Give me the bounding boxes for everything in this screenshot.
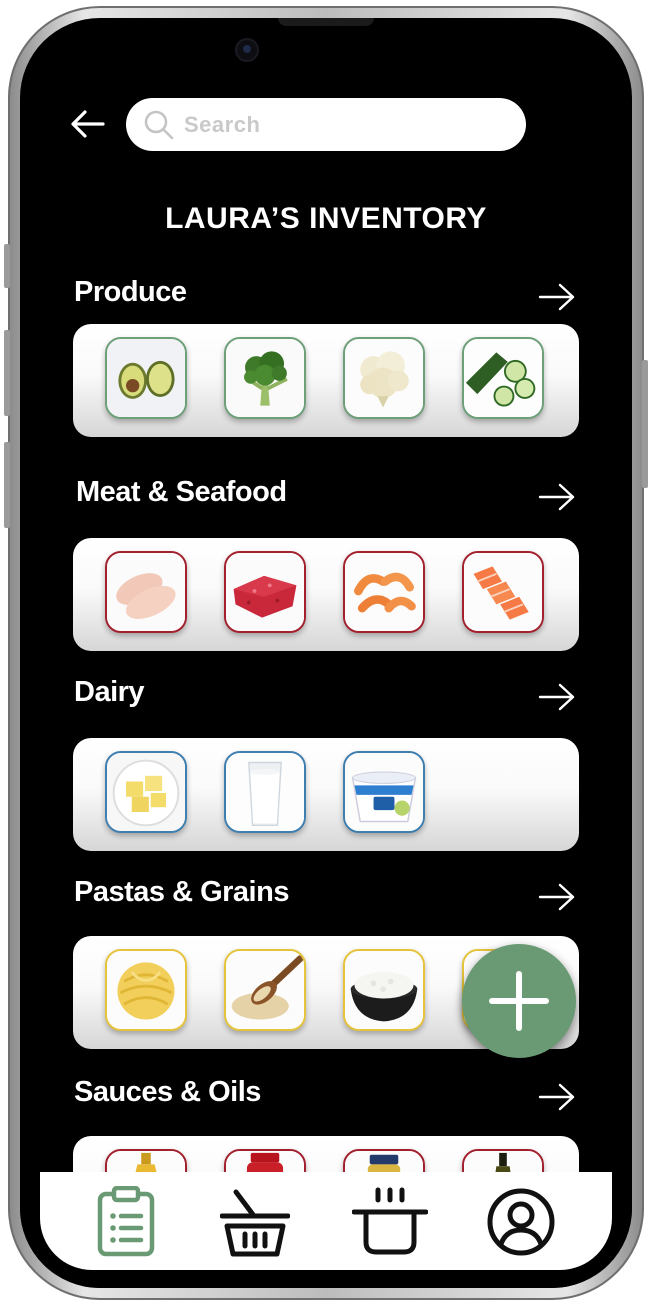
butter-image	[107, 753, 185, 831]
broccoli-image	[226, 339, 304, 417]
power-button	[642, 360, 648, 488]
tab-inventory[interactable]	[91, 1185, 161, 1258]
arrow-right-icon	[538, 883, 575, 911]
mute-switch	[4, 244, 10, 288]
arrow-right-icon	[538, 1083, 575, 1111]
add-item-button[interactable]	[462, 944, 576, 1058]
cucumber-image	[464, 339, 542, 417]
cooking-pot-icon	[351, 1187, 429, 1255]
item-tile-broccoli[interactable]	[224, 337, 306, 419]
salmon-image	[464, 553, 542, 631]
item-tile-shrimp[interactable]	[343, 551, 425, 633]
shopping-basket-icon	[219, 1189, 291, 1257]
see-all-produce-button[interactable]	[538, 282, 576, 312]
back-button[interactable]	[70, 106, 106, 142]
category-title-pastas-grains: Pastas & Grains	[74, 876, 289, 908]
item-tile-fettuccine[interactable]	[105, 949, 187, 1031]
shrimp-image	[345, 553, 423, 631]
fettuccine-image	[107, 951, 185, 1029]
arrow-right-icon	[538, 283, 575, 311]
item-tile-rice[interactable]	[343, 949, 425, 1031]
tab-recipes[interactable]	[351, 1186, 429, 1258]
notch	[278, 18, 374, 26]
arrow-right-icon	[538, 683, 575, 711]
item-tile-butter[interactable]	[105, 751, 187, 833]
see-all-pastas-grains-button[interactable]	[538, 882, 576, 912]
tab-profile[interactable]	[486, 1186, 556, 1258]
see-all-dairy-button[interactable]	[538, 682, 576, 712]
item-tile-salmon[interactable]	[462, 551, 544, 633]
arrow-right-icon	[538, 483, 575, 511]
ground-beef-image	[226, 553, 304, 631]
search-icon	[144, 110, 174, 140]
screen: LAURA’S INVENTORY Produce	[20, 18, 632, 1288]
item-tile-cauliflower[interactable]	[343, 337, 425, 419]
item-tile-greek-yogurt[interactable]	[343, 751, 425, 833]
tab-bar	[40, 1172, 612, 1270]
category-title-produce: Produce	[74, 276, 187, 308]
search-bar[interactable]	[126, 98, 526, 151]
page-title: LAURA’S INVENTORY	[165, 202, 487, 235]
see-all-sauces-oils-button[interactable]	[538, 1082, 576, 1112]
greek-yogurt-image	[345, 753, 423, 831]
category-card-dairy	[73, 738, 579, 851]
category-card-produce	[73, 324, 579, 437]
arrow-left-icon	[71, 110, 105, 138]
clipboard-list-icon	[97, 1185, 155, 1257]
category-card-meat-seafood	[73, 538, 579, 651]
see-all-meat-seafood-button[interactable]	[538, 482, 576, 512]
user-circle-icon	[487, 1188, 555, 1256]
avocado-image	[107, 339, 185, 417]
category-title-meat-seafood: Meat & Seafood	[76, 476, 287, 508]
chicken-breast-image	[107, 553, 185, 631]
tab-shopping[interactable]	[219, 1186, 291, 1258]
category-title-dairy: Dairy	[74, 676, 145, 708]
cauliflower-image	[345, 339, 423, 417]
item-tile-chicken-breast[interactable]	[105, 551, 187, 633]
volume-up-button	[4, 330, 10, 416]
item-tile-ground-beef[interactable]	[224, 551, 306, 633]
front-camera	[237, 40, 257, 60]
search-input[interactable]	[182, 106, 506, 144]
item-tile-milk[interactable]	[224, 751, 306, 833]
category-title-sauces-oils: Sauces & Oils	[74, 1076, 261, 1108]
item-tile-quinoa[interactable]	[224, 949, 306, 1031]
item-tile-avocado[interactable]	[105, 337, 187, 419]
volume-down-button	[4, 442, 10, 528]
milk-image	[226, 753, 304, 831]
plus-icon	[489, 971, 549, 1031]
item-tile-cucumber[interactable]	[462, 337, 544, 419]
quinoa-image	[226, 951, 304, 1029]
rice-image	[345, 951, 423, 1029]
